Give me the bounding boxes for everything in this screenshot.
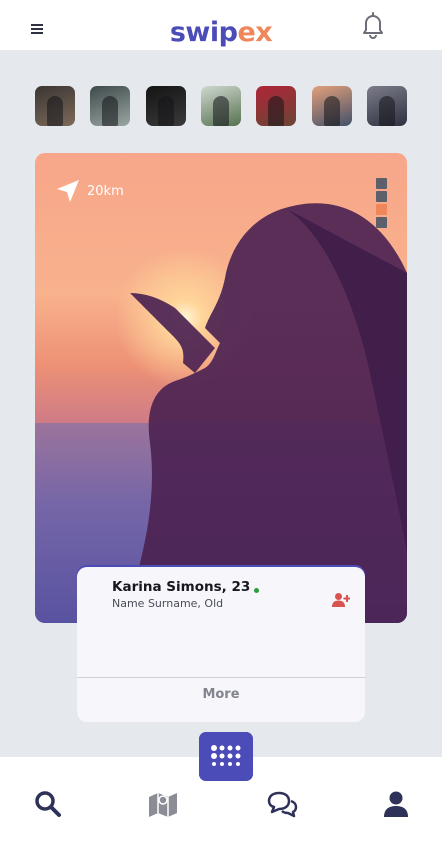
story-thumbnail[interactable] [367, 86, 407, 126]
pager-dot-active[interactable] [376, 204, 387, 215]
profile-photo-card[interactable]: 20km [35, 153, 407, 623]
add-user-icon[interactable] [332, 592, 350, 608]
search-icon[interactable] [34, 790, 62, 818]
story-person-silhouette [102, 96, 118, 126]
online-status-dot [254, 588, 259, 593]
pager-dot[interactable] [376, 217, 387, 228]
story-thumbnail[interactable] [146, 86, 186, 126]
profile-name: Karina Simons, 23 [112, 579, 251, 595]
story-thumbnail[interactable] [256, 86, 296, 126]
stories-row [35, 86, 407, 126]
story-person-silhouette [158, 96, 174, 126]
photo-pager [376, 178, 387, 230]
distance-text: 20km [87, 183, 124, 199]
location-arrow-icon [57, 180, 79, 202]
profile-info-panel: Karina Simons, 23 Name Surname, Old More [77, 567, 365, 722]
story-person-silhouette [268, 96, 284, 126]
story-person-silhouette [324, 96, 340, 126]
bell-icon[interactable] [360, 11, 386, 39]
pager-dot[interactable] [376, 178, 387, 189]
story-thumbnail[interactable] [35, 86, 75, 126]
top-bar: swipex [0, 0, 442, 50]
profile-photo [35, 203, 407, 623]
story-person-silhouette [379, 96, 395, 126]
distance-indicator: 20km [55, 178, 124, 204]
story-thumbnail[interactable] [201, 86, 241, 126]
story-thumbnail[interactable] [90, 86, 130, 126]
divider [77, 677, 365, 678]
story-person-silhouette [213, 96, 229, 126]
profile-icon[interactable] [383, 790, 409, 818]
more-button[interactable]: More [77, 687, 365, 702]
chat-icon[interactable] [266, 790, 298, 818]
story-thumbnail[interactable] [312, 86, 352, 126]
profile-subtitle: Name Surname, Old [112, 597, 224, 610]
pager-dot[interactable] [376, 191, 387, 202]
map-icon[interactable] [148, 790, 178, 818]
story-person-silhouette [47, 96, 63, 126]
dots-grid-icon[interactable] [199, 732, 253, 781]
